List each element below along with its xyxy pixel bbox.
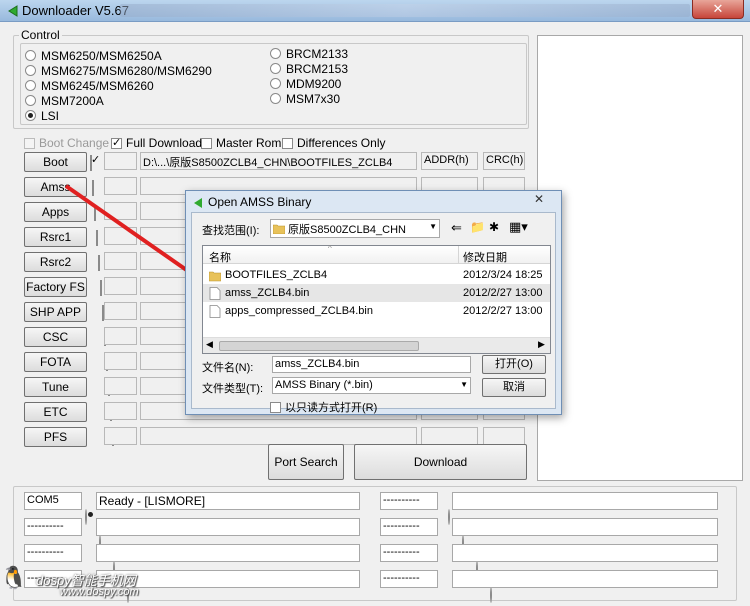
dialog-close-button[interactable]: ✕ bbox=[521, 192, 557, 208]
file-date: 2012/2/27 13:00 bbox=[463, 305, 543, 317]
chevron-down-icon: ▼ bbox=[429, 222, 437, 231]
filename-label: 文件名(N): bbox=[202, 362, 254, 374]
open-button[interactable]: 打开(O) bbox=[482, 355, 546, 374]
folder-icon bbox=[209, 271, 221, 281]
scroll-thumb[interactable] bbox=[219, 341, 419, 351]
column-name-header[interactable]: 名称 bbox=[209, 249, 231, 265]
filetype-label: 文件类型(T): bbox=[202, 383, 264, 395]
file-icon bbox=[209, 304, 221, 318]
file-date: 2012/2/27 13:00 bbox=[463, 287, 543, 299]
file-list-header: 名称 ^ 修改日期 bbox=[203, 244, 550, 265]
folder-icon bbox=[273, 224, 285, 234]
file-name: BOOTFILES_ZCLB4 bbox=[225, 269, 328, 281]
file-date: 2012/3/24 18:25 bbox=[463, 269, 543, 281]
look-in-label: 查找范围(I): bbox=[202, 225, 260, 237]
horizontal-scrollbar[interactable]: ◀ ▶ bbox=[203, 337, 550, 353]
new-folder-icon[interactable]: ✱ bbox=[489, 220, 499, 234]
column-divider bbox=[458, 246, 459, 264]
file-icon bbox=[209, 286, 221, 300]
scroll-left-icon[interactable]: ◀ bbox=[206, 339, 213, 350]
filename-input[interactable]: amss_ZCLB4.bin bbox=[272, 356, 471, 373]
file-list-item[interactable]: BOOTFILES_ZCLB4 2012/3/24 18:25 bbox=[203, 266, 550, 284]
filetype-combo[interactable]: AMSS Binary (*.bin) ▼ bbox=[272, 377, 471, 394]
dialog-title: Open AMSS Binary bbox=[208, 195, 312, 209]
nav-back-icon[interactable]: ⇐ bbox=[451, 220, 462, 236]
dialog-back-icon bbox=[194, 198, 202, 208]
watermark-mascot-icon: 🐧 bbox=[0, 565, 28, 590]
readonly-checkbox[interactable]: 以只读方式打开(R) bbox=[270, 399, 377, 415]
file-name: amss_ZCLB4.bin bbox=[225, 287, 310, 299]
file-list-item[interactable]: apps_compressed_ZCLB4.bin 2012/2/27 13:00 bbox=[203, 302, 550, 320]
checkbox-box[interactable] bbox=[270, 401, 281, 413]
look-in-combo[interactable]: 原版S8500ZCLB4_CHN ▼ bbox=[270, 219, 440, 238]
column-date-header[interactable]: 修改日期 bbox=[463, 249, 507, 265]
file-name: apps_compressed_ZCLB4.bin bbox=[225, 305, 373, 317]
file-list-item[interactable]: amss_ZCLB4.bin 2012/2/27 13:00 bbox=[203, 284, 550, 302]
view-menu-icon[interactable]: ▦▾ bbox=[509, 219, 528, 235]
file-list: 名称 ^ 修改日期 BOOTFILES_ZCLB4 2012/3/24 18:25… bbox=[202, 244, 551, 354]
watermark-logo: 🐧 bbox=[0, 565, 27, 591]
up-folder-icon[interactable]: 📁 bbox=[470, 220, 485, 234]
dialog-body: 查找范围(I): 原版S8500ZCLB4_CHN ▼ ⇐ 📁 ✱ ▦▾ 名称 … bbox=[191, 212, 556, 414]
sort-indicator-icon: ^ bbox=[328, 244, 332, 253]
open-amss-dialog: Open AMSS Binary ✕ 查找范围(I): 原版S8500ZCLB4… bbox=[185, 190, 562, 415]
chevron-down-icon: ▼ bbox=[460, 380, 468, 389]
scroll-right-icon[interactable]: ▶ bbox=[538, 339, 545, 350]
watermark-url: www.dospy.com bbox=[60, 586, 139, 598]
cancel-button[interactable]: 取消 bbox=[482, 378, 546, 397]
